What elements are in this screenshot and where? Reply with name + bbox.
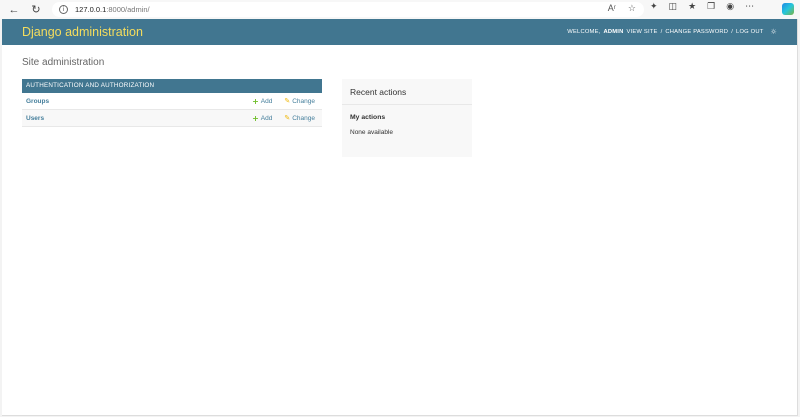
browser-essentials-icon[interactable]: ◉ [726,1,734,12]
address-bar[interactable]: i 127.0.0.1:8000/admin/ Aʳ ☆ [52,2,644,17]
users-change-link[interactable]: ✎ Change [284,114,315,123]
model-row-users: Users + Add ✎ Change [22,110,322,127]
change-password-link[interactable]: CHANGE PASSWORD [665,29,728,35]
user-tools: WELCOME, ADMIN VIEW SITE / CHANGE PASSWO… [567,28,777,36]
app-auth-module: AUTHENTICATION AND AUTHORIZATION Groups … [22,79,322,127]
split-screen-icon[interactable]: ◫ [669,1,678,12]
site-info-icon[interactable]: i [59,5,68,14]
pencil-icon: ✎ [284,114,291,122]
page-title: Site administration [22,57,105,68]
groups-change-link[interactable]: ✎ Change [284,97,315,106]
module-caption[interactable]: AUTHENTICATION AND AUTHORIZATION [22,79,322,93]
page-viewport: Django administration WELCOME, ADMIN VIE… [2,19,798,416]
groups-link[interactable]: Groups [26,98,49,105]
my-actions-heading: My actions [350,114,386,121]
url-text[interactable]: 127.0.0.1:8000/admin/ [75,5,150,14]
browser-toolbar: ← ↻ i 127.0.0.1:8000/admin/ Aʳ ☆ ✦ ◫ ★ ❐… [0,0,800,19]
pencil-icon: ✎ [284,97,291,105]
add-icon: + [252,113,259,123]
read-aloud-icon[interactable]: Aʳ [608,3,616,14]
favorite-star-icon[interactable]: ☆ [628,3,636,14]
site-branding[interactable]: Django administration [22,25,143,39]
view-site-link[interactable]: VIEW SITE [626,29,657,35]
separator: / [731,29,734,35]
copilot-icon[interactable] [782,3,794,15]
users-add-link[interactable]: + Add [252,114,272,123]
users-link[interactable]: Users [26,115,44,122]
welcome-text: WELCOME, [567,29,601,35]
favorites-bar-icon[interactable]: ★ [688,1,696,12]
more-options-icon[interactable]: ⋯ [745,1,754,12]
recent-actions-title: Recent actions [342,79,472,105]
model-row-groups: Groups + Add ✎ Change [22,93,322,110]
theme-toggle-icon[interactable]: ☼ [771,28,777,36]
django-header: Django administration WELCOME, ADMIN VIE… [2,19,797,45]
separator: / [660,29,663,35]
recent-actions-module: Recent actions My actions None available [342,79,472,157]
collections-icon[interactable]: ❐ [707,1,715,12]
groups-add-link[interactable]: + Add [252,97,272,106]
reload-icon[interactable]: ↻ [27,1,45,19]
add-icon: + [252,96,259,106]
back-arrow-icon[interactable]: ← [5,1,23,19]
log-out-link[interactable]: LOG OUT [736,29,764,35]
extensions-icon[interactable]: ✦ [650,1,658,12]
none-available-text: None available [350,129,394,136]
username: ADMIN [603,29,624,35]
